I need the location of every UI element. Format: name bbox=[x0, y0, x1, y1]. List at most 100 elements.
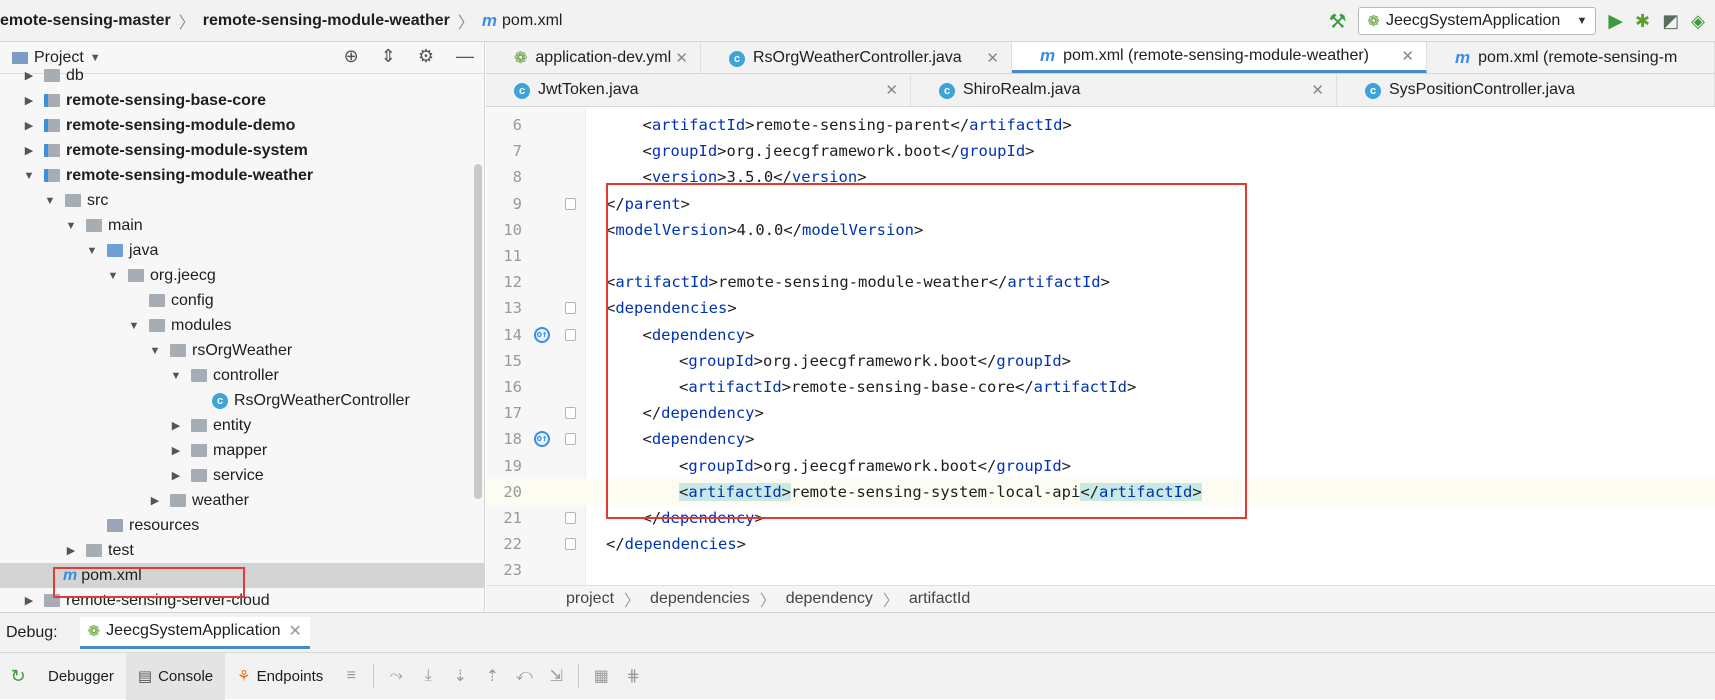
fold-marker-icon[interactable] bbox=[565, 538, 576, 551]
tree-item[interactable]: ▶ entity bbox=[0, 413, 484, 438]
expand-right-icon[interactable]: ▶ bbox=[64, 544, 78, 557]
editor-tab[interactable]: c JwtToken.java ✕ bbox=[486, 74, 911, 106]
expand-right-icon[interactable]: ▶ bbox=[22, 594, 36, 607]
folder-icon bbox=[65, 194, 81, 207]
editor-tab[interactable]: c SysPositionController.java bbox=[1337, 74, 1715, 106]
build-hammer-icon[interactable]: ⚒ bbox=[1328, 9, 1346, 34]
expand-right-icon[interactable]: ▶ bbox=[169, 419, 183, 432]
maven-override-icon[interactable]: o↑ bbox=[534, 431, 550, 448]
debug-bug-icon[interactable]: ✱ bbox=[1635, 11, 1650, 32]
step-into-icon[interactable]: ⇣ bbox=[444, 666, 476, 686]
editor-breadcrumb-item[interactable]: artifactId bbox=[909, 590, 970, 608]
expand-down-icon[interactable]: ▼ bbox=[169, 370, 183, 382]
tree-item[interactable]: ▶ weather bbox=[0, 488, 484, 513]
tab-endpoints[interactable]: ⚘ Endpoints bbox=[225, 653, 335, 700]
tree-item[interactable]: resources bbox=[0, 513, 484, 538]
tree-item[interactable]: ▼ remote-sensing-module-weather bbox=[0, 163, 484, 188]
trace-icon[interactable]: ⋕ bbox=[617, 666, 649, 686]
close-icon[interactable]: ✕ bbox=[1311, 81, 1324, 99]
expand-right-icon[interactable]: ▶ bbox=[169, 469, 183, 482]
expand-down-icon[interactable]: ▼ bbox=[22, 170, 36, 182]
tree-item[interactable]: ▼ org.jeecg bbox=[0, 263, 484, 288]
project-scrollbar[interactable] bbox=[474, 164, 482, 499]
expand-right-icon[interactable]: ▶ bbox=[22, 69, 36, 82]
breadcrumb-project[interactable]: emote-sensing-master bbox=[0, 12, 179, 30]
editor-breadcrumb-item[interactable]: dependency bbox=[786, 590, 873, 608]
highlight-box-dependencies bbox=[606, 183, 1247, 519]
tree-item[interactable]: ▼ rsOrgWeather bbox=[0, 338, 484, 363]
editor-tab[interactable]: m pom.xml (remote-sensing-module-weather)… bbox=[1012, 42, 1427, 73]
tree-item[interactable]: ▶ db bbox=[0, 63, 484, 88]
close-icon[interactable]: ✕ bbox=[1401, 47, 1414, 65]
profile-icon[interactable]: ◈ bbox=[1691, 11, 1705, 32]
editor-tab[interactable]: c ShiroRealm.java ✕ bbox=[911, 74, 1337, 106]
fold-marker-icon[interactable] bbox=[565, 407, 576, 420]
tab-console[interactable]: ▤ Console bbox=[125, 652, 226, 700]
tree-item[interactable]: config bbox=[0, 288, 484, 313]
code-line[interactable]: 7 <groupId>org.jeecgframework.boot</group… bbox=[486, 138, 1715, 164]
breadcrumb-module[interactable]: remote-sensing-module-weather bbox=[203, 12, 458, 30]
code-line[interactable]: 6 <artifactId>remote-sensing-parent</arti… bbox=[486, 112, 1715, 138]
fold-marker-icon[interactable] bbox=[565, 328, 576, 341]
tree-item[interactable]: ▶ remote-sensing-base-core bbox=[0, 88, 484, 113]
editor-tab-label: JwtToken.java bbox=[538, 81, 639, 98]
run-to-cursor-icon[interactable]: ⇲ bbox=[540, 666, 572, 686]
editor-breadcrumb-item[interactable]: dependencies bbox=[650, 590, 750, 608]
tab-debugger[interactable]: Debugger bbox=[36, 653, 126, 700]
close-icon[interactable]: ✕ bbox=[885, 81, 898, 99]
step-over-icon[interactable]: ⤓ bbox=[412, 667, 444, 685]
maven-override-icon[interactable]: o↑ bbox=[534, 326, 550, 343]
tree-item[interactable]: c RsOrgWeatherController bbox=[0, 388, 484, 413]
tree-item[interactable]: ▶ remote-sensing-module-system bbox=[0, 138, 484, 163]
expand-right-icon[interactable]: ▶ bbox=[22, 144, 36, 157]
tree-item[interactable]: ▼ modules bbox=[0, 313, 484, 338]
debug-tool-window-header: Debug: ❁ JeecgSystemApplication ✕ bbox=[0, 612, 1715, 652]
fold-marker-icon[interactable] bbox=[565, 197, 576, 210]
tree-item[interactable]: ▼ main bbox=[0, 213, 484, 238]
tree-item[interactable]: ▼ src bbox=[0, 188, 484, 213]
drop-frame-icon[interactable]: ⤺ bbox=[508, 667, 540, 685]
tab-icon: c bbox=[729, 49, 745, 67]
breadcrumb-file[interactable]: pom.xml bbox=[502, 12, 562, 30]
editor-breadcrumb-item[interactable]: project bbox=[566, 590, 614, 608]
expand-down-icon[interactable]: ▼ bbox=[127, 320, 141, 332]
expand-down-icon[interactable]: ▼ bbox=[43, 195, 57, 207]
close-icon[interactable]: ✕ bbox=[288, 621, 301, 641]
run-configuration-select[interactable]: ❁ JeecgSystemApplication ▼ bbox=[1358, 7, 1597, 35]
menu-lines-icon[interactable]: ≡ bbox=[335, 667, 367, 685]
yaml-spring-icon: ❁ bbox=[514, 49, 528, 67]
tree-item[interactable]: ▶ remote-sensing-module-demo bbox=[0, 113, 484, 138]
rerun-icon[interactable]: ↻ bbox=[0, 666, 36, 687]
expand-right-icon[interactable]: ▶ bbox=[169, 444, 183, 457]
editor-tab[interactable]: ❁ application-dev.yml ✕ bbox=[486, 42, 701, 73]
expand-down-icon[interactable]: ▼ bbox=[106, 270, 120, 282]
expand-right-icon[interactable]: ▶ bbox=[148, 494, 162, 507]
tree-item[interactable]: ▶ test bbox=[0, 538, 484, 563]
expand-down-icon[interactable]: ▼ bbox=[64, 220, 78, 232]
expand-down-icon[interactable]: ▼ bbox=[148, 345, 162, 357]
tree-item[interactable]: ▶ service bbox=[0, 463, 484, 488]
fold-marker-icon[interactable] bbox=[565, 302, 576, 315]
fold-marker-icon[interactable] bbox=[565, 433, 576, 446]
line-number: 15 bbox=[503, 351, 522, 370]
expand-down-icon[interactable]: ▼ bbox=[85, 245, 99, 257]
tree-item[interactable]: ▶ mapper bbox=[0, 438, 484, 463]
fold-marker-icon[interactable] bbox=[565, 512, 576, 524]
code-line[interactable]: 23 bbox=[486, 557, 1715, 583]
step-out-icon[interactable]: ⇡ bbox=[476, 666, 508, 686]
run-icon[interactable]: ▶ bbox=[1608, 10, 1623, 33]
expand-right-icon[interactable]: ▶ bbox=[22, 94, 36, 107]
tree-item[interactable]: ▼ java bbox=[0, 238, 484, 263]
close-icon[interactable]: ✕ bbox=[986, 49, 999, 67]
debug-session-tab[interactable]: ❁ JeecgSystemApplication ✕ bbox=[79, 616, 310, 649]
code-line[interactable]: 22 </dependencies> bbox=[486, 531, 1715, 557]
tree-item[interactable]: ▼ controller bbox=[0, 363, 484, 388]
expand-right-icon[interactable]: ▶ bbox=[22, 119, 36, 132]
editor-tab[interactable]: c RsOrgWeatherController.java ✕ bbox=[701, 42, 1012, 73]
coverage-icon[interactable]: ◩ bbox=[1662, 11, 1679, 32]
close-icon[interactable]: ✕ bbox=[675, 49, 688, 67]
show-execution-point-icon[interactable]: ⤳ bbox=[380, 667, 412, 685]
editor-tab[interactable]: m pom.xml (remote-sensing-m bbox=[1427, 42, 1715, 73]
evaluate-table-icon[interactable]: ▦ bbox=[585, 666, 617, 686]
chevron-down-icon[interactable]: ▼ bbox=[90, 52, 101, 64]
